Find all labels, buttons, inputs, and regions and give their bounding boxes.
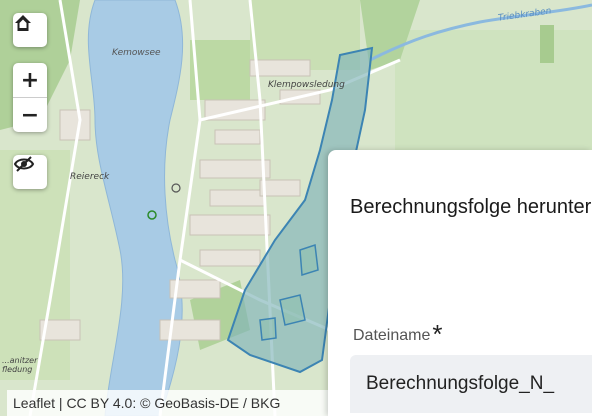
filename-label-text: Dateiname [353, 327, 431, 344]
village-north-label: Klempowsledung [268, 80, 345, 90]
home-control[interactable] [13, 13, 47, 47]
zoom-control: + − [13, 63, 47, 132]
filename-label: Dateiname* [353, 316, 443, 349]
village-west-label: Reiereck [70, 172, 110, 182]
dialog-title: Berechnungsfolge herunterladen [350, 196, 592, 218]
zoom-in-button[interactable]: + [13, 63, 47, 97]
download-dialog: Berechnungsfolge herunterladen Dateiname… [328, 150, 592, 416]
corner-label: ...anitzer fledung [2, 356, 38, 374]
required-mark: * [432, 319, 443, 349]
layers-control[interactable] [13, 155, 47, 189]
home-icon [15, 15, 31, 31]
toggle-visibility-button[interactable] [13, 155, 47, 189]
eye-slash-icon [13, 156, 35, 172]
zoom-out-button[interactable]: − [13, 97, 47, 132]
filename-input[interactable]: Berechnungsfolge_N_ [350, 355, 592, 413]
home-button[interactable] [13, 13, 47, 47]
lake-label: Kemowsee [112, 48, 161, 58]
map-attribution: Leaflet | CC BY 4.0: © GeoBasis-DE / BKG [7, 390, 343, 416]
